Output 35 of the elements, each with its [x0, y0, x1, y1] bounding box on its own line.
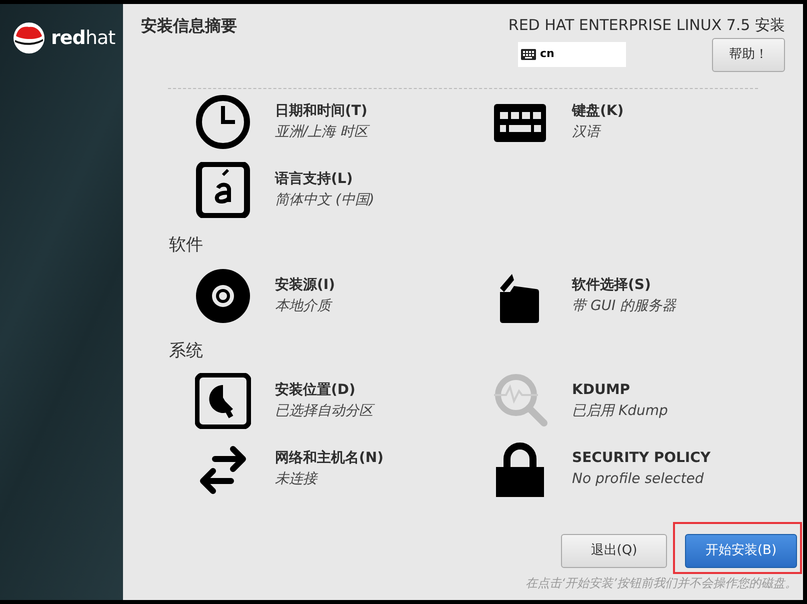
clock-icon — [195, 94, 251, 150]
spoke-status: 本地介质 — [275, 296, 334, 316]
spoke-status: No profile selected — [572, 470, 705, 489]
logo-text: redhat — [51, 26, 116, 51]
spoke-title[interactable]: 软件选择(S) — [572, 274, 676, 296]
quit-button[interactable]: 退出(Q) — [561, 534, 667, 568]
section-heading: 系统 — [169, 340, 204, 362]
help-button[interactable]: 帮助！ — [712, 38, 785, 72]
spoke-title[interactable]: KDUMP — [572, 380, 668, 401]
page-title: 安装信息摘要 — [141, 15, 237, 37]
magnifier-icon — [492, 373, 548, 429]
letter-icon — [195, 162, 251, 218]
spoke-title[interactable]: 网络和主机名(N) — [275, 448, 384, 469]
logo-icon — [13, 22, 45, 54]
hint-text: 在点击‘开始安装’按钮前我们并不会操作您的磁盘。 — [524, 575, 798, 592]
spoke-title[interactable]: SECURITY POLICY — [572, 448, 711, 469]
spoke-status: 已选择自动分区 — [275, 402, 373, 421]
begin-install-button[interactable]: 开始安装(B) — [685, 534, 797, 568]
product-title: RED HAT ENTERPRISE LINUX 7.5 安装 — [508, 15, 785, 36]
keyboard-layout-text: cn — [540, 46, 554, 62]
spoke-status: 未连接 — [275, 470, 319, 489]
spoke-title[interactable]: 日期和时间(T) — [275, 101, 368, 122]
spoke-status: 简体中文 (中国) — [275, 191, 374, 210]
section-heading: 软件 — [169, 234, 204, 257]
spoke-title[interactable]: 语言支持(L) — [275, 169, 374, 190]
spoke-status: 亚洲/上海 时区 — [275, 123, 368, 142]
spoke-title[interactable]: 安装源(I) — [275, 274, 336, 296]
spoke-status: 汉语 — [572, 123, 602, 142]
keyboard-icon — [521, 48, 536, 60]
spoke-title[interactable]: 键盘(K) — [572, 101, 624, 122]
keyboard-layout-indicator[interactable]: cn — [518, 42, 626, 66]
spoke-status: 带 GUI 的服务器 — [572, 296, 676, 316]
spoke-title[interactable]: 安装位置(D) — [275, 380, 373, 401]
disc-icon — [195, 268, 251, 324]
spoke-status: 已启用 Kdump — [572, 402, 668, 421]
